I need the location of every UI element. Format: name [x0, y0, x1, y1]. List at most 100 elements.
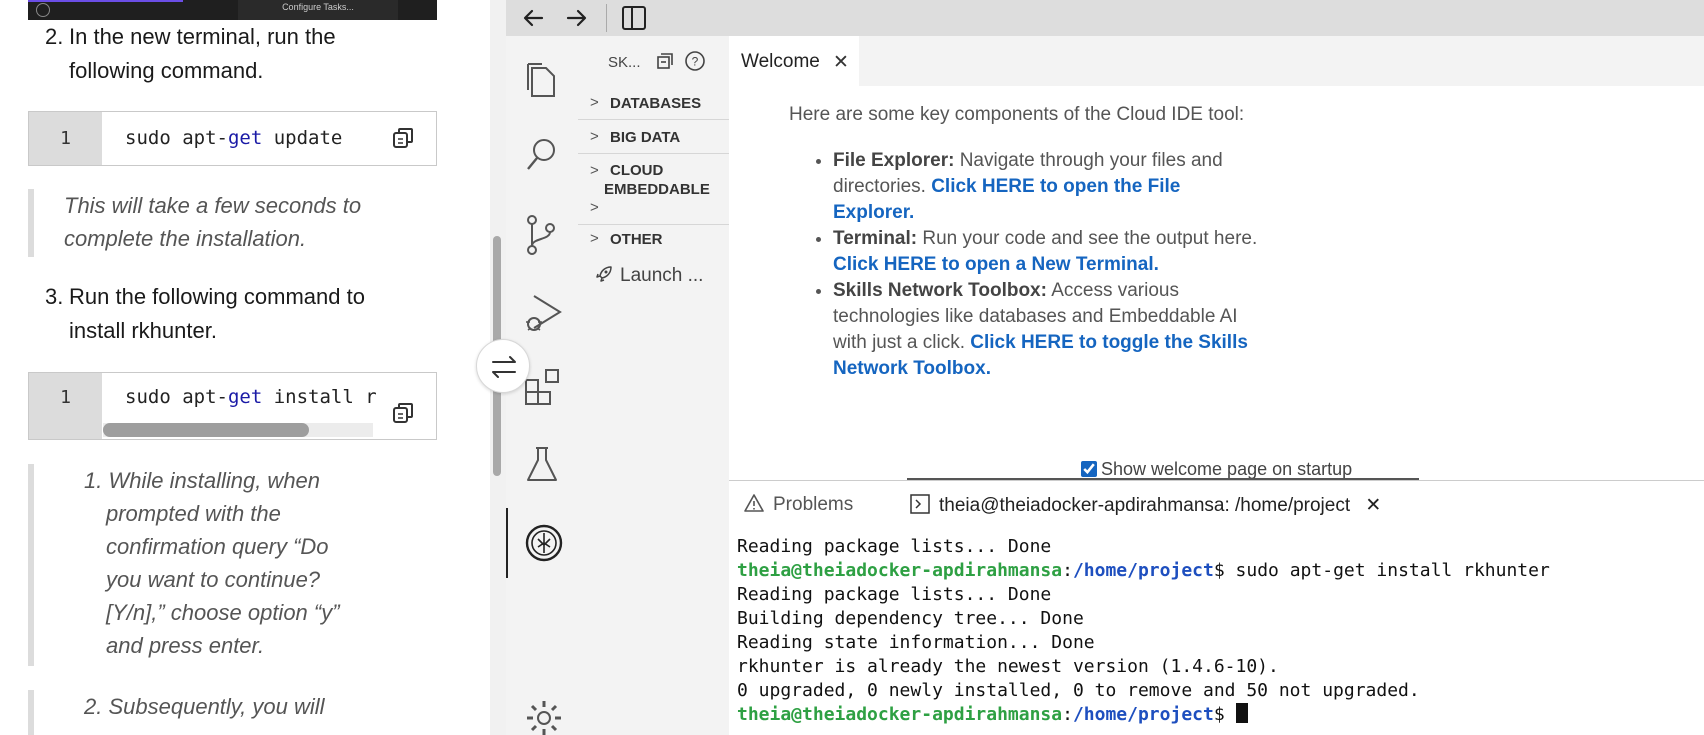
run-debug-icon — [526, 295, 562, 331]
sidebar-item-embeddable-ai[interactable]: EMBEDDABLE > — [578, 177, 729, 225]
sidebar-item-big-data[interactable]: > BIG DATA — [578, 120, 729, 154]
launch-application-item[interactable]: Launch ... — [594, 264, 703, 287]
substep-line: [Y/n],” choose option “y” — [106, 600, 340, 625]
activity-testing[interactable] — [506, 432, 578, 492]
skills-network-sidebar: SK... ? > DATABASES > BIG DATA > CLOUD E… — [578, 36, 729, 735]
code-scrollbar-track[interactable] — [103, 423, 373, 437]
forward-arrow-icon[interactable] — [562, 4, 590, 32]
startup-label: Show welcome page on startup — [1101, 459, 1353, 479]
code-block-install: 1 sudo apt-get install r — [28, 372, 437, 440]
toggle-sidebar-icon[interactable] — [620, 4, 648, 32]
terminal-icon — [910, 494, 930, 514]
sidebar-item-databases[interactable]: > DATABASES — [578, 86, 729, 120]
startup-checkbox[interactable] — [1081, 461, 1097, 477]
tab-problems[interactable]: Problems — [743, 493, 853, 516]
substep-line: you want to continue? — [106, 567, 321, 592]
close-icon[interactable]: ✕ — [1365, 495, 1381, 516]
step-2: 2. In the new terminal, run the following… — [45, 20, 336, 88]
step-text-line2: following command. — [69, 58, 264, 83]
terminal-prompt-line: theia@theiadocker-apdirahmansa:/home/pro… — [737, 703, 1550, 727]
open-terminal-link[interactable]: Click HERE to open a New Terminal. — [833, 254, 1159, 275]
startup-toggle[interactable]: Show welcome page on startup — [1081, 459, 1352, 480]
tab-terminal[interactable]: theia@theiadocker-apdirahmansa: /home/pr… — [909, 493, 1381, 517]
terminal-line: rkhunter is already the newest version (… — [737, 656, 1279, 677]
skills-network-icon — [525, 524, 563, 562]
terminal-line: Reading state information... Done — [737, 632, 1095, 653]
terminal-line: Reading package lists... Done — [737, 584, 1052, 605]
substep-line: 1. While installing, when — [84, 468, 321, 493]
step-text-line1: In the new terminal, run the — [69, 24, 336, 49]
configure-tasks-label: Configure Tasks... — [238, 0, 398, 20]
substep-2: 2. Subsequently, you will — [28, 690, 437, 735]
flask-icon — [527, 447, 557, 481]
components-list: File Explorer: Navigate through your fil… — [789, 148, 1259, 382]
tab-label: Welcome — [741, 51, 820, 72]
swap-arrows-icon — [492, 356, 516, 378]
terminal-line: Building dependency tree... Done — [737, 608, 1084, 629]
bottom-panel: Problems theia@theiadocker-apdirahmansa:… — [729, 480, 1704, 735]
terminal-prompt-line: theia@theiadocker-apdirahmansa:/home/pro… — [737, 560, 1550, 581]
welcome-content: Here are some key components of the Clou… — [789, 102, 1259, 382]
substep-line: confirmation query “Do — [106, 534, 329, 559]
line-number: 1 — [29, 112, 102, 165]
step-3: 3. Run the following command to install r… — [45, 280, 365, 348]
step-number: 3. — [45, 284, 64, 309]
activity-explorer[interactable] — [506, 46, 578, 106]
warning-icon — [744, 494, 764, 512]
sidebar-item-other[interactable]: > OTHER — [578, 222, 729, 256]
editor-area: Welcome ✕ Here are some key components o… — [729, 36, 1704, 480]
list-item-terminal: Terminal: Run your code and see the outp… — [833, 226, 1259, 278]
collapse-all-icon[interactable] — [656, 52, 674, 70]
toolbar-divider — [606, 4, 607, 32]
swap-panes-button[interactable] — [476, 339, 530, 393]
activity-skills-network[interactable] — [506, 508, 578, 578]
terminal-line: 0 upgraded, 0 newly installed, 0 to remo… — [737, 680, 1420, 701]
step-text-line1: Run the following command to — [69, 284, 365, 309]
code-text: sudo apt-get update — [125, 127, 343, 149]
step-text-line2: install rkhunter. — [69, 318, 217, 343]
note-blockquote: This will take a few seconds to complete… — [28, 189, 437, 257]
source-control-icon — [527, 215, 555, 255]
activity-source-control[interactable] — [506, 200, 578, 260]
terminal-output[interactable]: Reading package lists... Done theia@theia… — [737, 535, 1550, 727]
activity-run-debug[interactable] — [506, 278, 578, 338]
chevron-right-icon: > — [590, 94, 599, 111]
list-item-file-explorer: File Explorer: Navigate through your fil… — [833, 148, 1259, 226]
svg-text:?: ? — [692, 55, 699, 69]
note-line1: This will take a few seconds to — [64, 193, 362, 218]
instructions-pane: Configure Tasks... 2. In the new terminal… — [0, 0, 490, 735]
substep-line: and press enter. — [106, 633, 265, 658]
chevron-right-icon: > — [590, 230, 599, 247]
search-icon — [527, 139, 555, 170]
chevron-right-icon: > — [590, 199, 599, 216]
ide-toolbar — [506, 0, 1704, 36]
close-icon[interactable]: ✕ — [833, 51, 849, 74]
copy-icon[interactable] — [391, 401, 415, 425]
editor-tab-bar: Welcome ✕ — [729, 36, 1704, 86]
embedded-video-strip: Configure Tasks... — [28, 0, 437, 20]
back-arrow-icon[interactable] — [520, 4, 548, 32]
tab-welcome[interactable]: Welcome ✕ — [729, 36, 859, 86]
code-text: sudo apt-get install r — [125, 386, 377, 408]
gear-icon — [527, 701, 561, 735]
activity-search[interactable] — [506, 122, 578, 182]
progress-accent — [28, 0, 183, 2]
substep-line: prompted with the — [106, 501, 281, 526]
code-block-update: 1 sudo apt-get update — [28, 111, 437, 166]
files-icon — [527, 63, 555, 97]
terminal-line: Reading package lists... Done — [737, 536, 1052, 557]
sidebar-title: SK... — [608, 54, 641, 71]
logo-icon — [36, 3, 50, 17]
list-item-toolbox: Skills Network Toolbox: Access various t… — [833, 278, 1259, 382]
cloud-ide: SK... ? > DATABASES > BIG DATA > CLOUD E… — [506, 0, 1704, 735]
step-number: 2. — [45, 24, 64, 49]
welcome-intro: Here are some key components of the Clou… — [789, 104, 1245, 125]
help-icon[interactable]: ? — [684, 50, 706, 72]
activity-settings[interactable] — [506, 684, 578, 735]
note-line2: complete the installation. — [64, 226, 307, 251]
code-scrollbar-thumb[interactable] — [103, 423, 309, 437]
copy-icon[interactable] — [391, 126, 415, 150]
line-number: 1 — [29, 373, 102, 439]
substep-line: 2. Subsequently, you will — [84, 694, 325, 719]
substep-1: 1. While installing, when prompted with … — [28, 464, 437, 666]
